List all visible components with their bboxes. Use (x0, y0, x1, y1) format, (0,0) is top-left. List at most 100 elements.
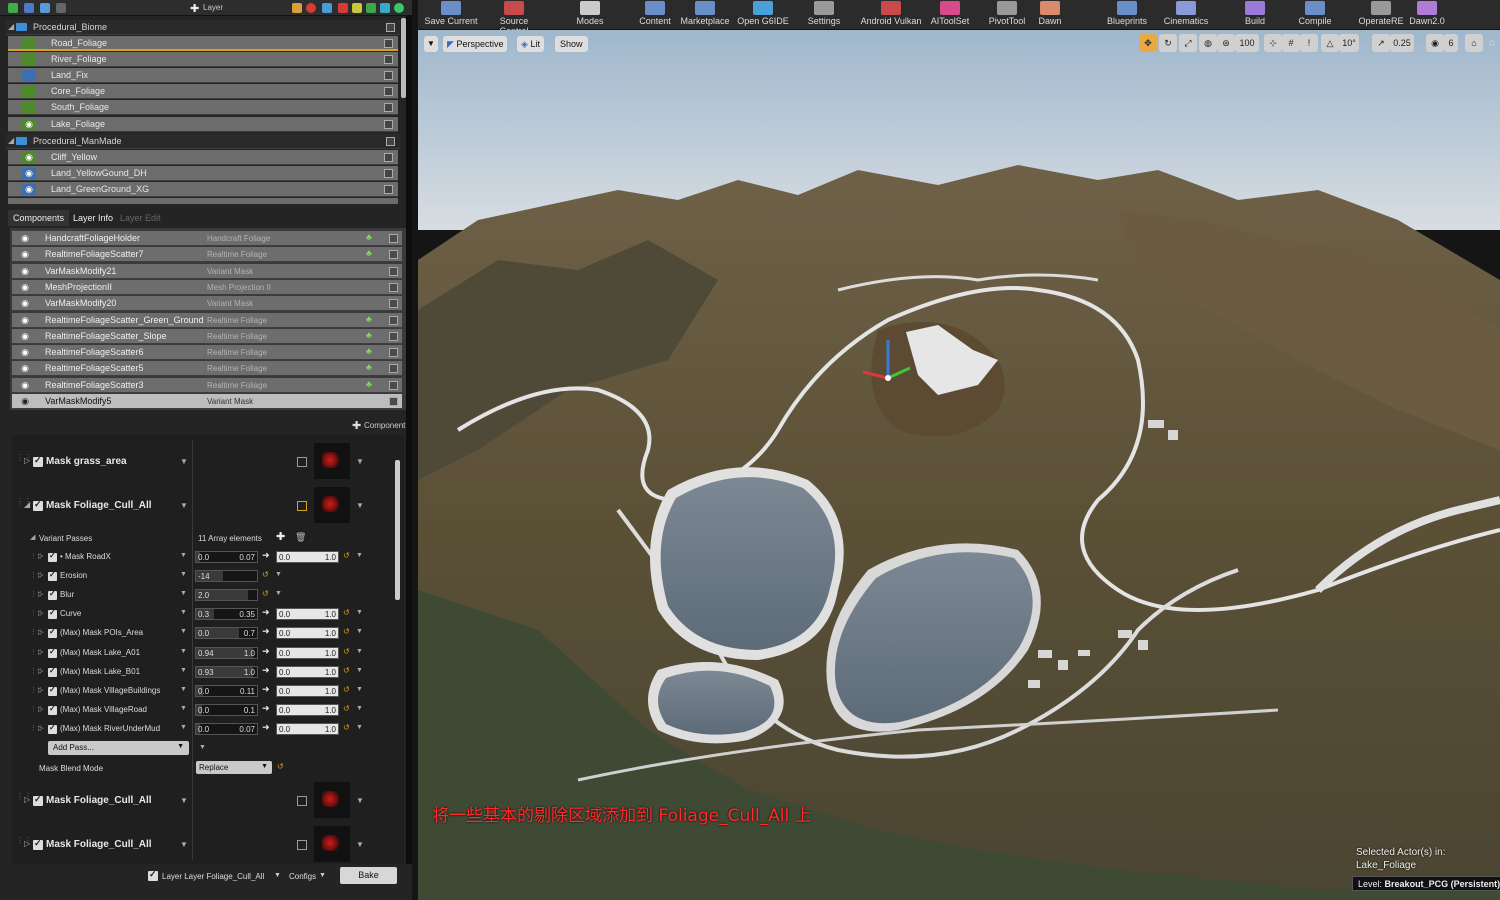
layer-scrollbar[interactable] (401, 18, 406, 98)
eye-icon[interactable]: ◉ (18, 315, 32, 326)
component-row[interactable]: ◉ RealtimeFoliageScatter6 Realtime Folia… (12, 345, 402, 361)
mask-foliage-cull-all-3[interactable]: ⋮⋮ ▷ Mask Foliage_Cull_All ▼ ▼ (14, 826, 398, 866)
variant-pass-row[interactable]: ⋮⋮ ▷ (Max) Mask Lake_A01 ▼ 0.94 1.0 ➜ 0.… (30, 645, 370, 662)
variant-pass-row[interactable]: ⋮⋮ ▷ • Mask RoadX ▼ 0.0 0.07 ➜ 0.0 1.0 ↺… (30, 549, 370, 566)
chevron-down-icon[interactable]: ▼ (180, 796, 188, 805)
chevron-down-icon[interactable]: ▼ (180, 840, 188, 849)
mask-checkbox[interactable] (33, 455, 43, 467)
range-min-slider[interactable]: 0.93 1.0 (195, 665, 258, 678)
add-component-button[interactable]: Component (364, 421, 405, 430)
pass-checkbox[interactable] (48, 551, 57, 562)
toolbar-button[interactable]: OperateRE (1358, 1, 1404, 26)
pass-checkbox[interactable] (48, 608, 57, 620)
level-viewport[interactable]: ▼ ◤ Perspective ◈ Lit Show ✥ ↻ ⤢ ◍ ⊛ 100… (418, 30, 1500, 900)
layer-row[interactable]: ◉ Lake_Foliage (8, 117, 398, 132)
layer-checkbox[interactable] (384, 39, 393, 48)
eye-icon[interactable]: ◉ (22, 168, 36, 179)
expand-arrow-icon[interactable]: ◢ (8, 22, 14, 31)
perspective-button[interactable]: ◤ Perspective (443, 36, 508, 52)
toggle-box[interactable] (297, 457, 307, 467)
variant-pass-row[interactable]: ⋮⋮ ▷ (Max) Mask VillageBuildings ▼ 0.0 0… (30, 683, 370, 700)
rotate-icon[interactable]: ↻ (1159, 34, 1177, 52)
eye-icon[interactable]: ◉ (18, 266, 32, 277)
expand-arrow-icon[interactable]: ▷ (38, 552, 43, 560)
reset-icon[interactable]: ↺ (343, 647, 350, 656)
layer-checkbox[interactable] (386, 137, 395, 146)
lit-button[interactable]: ◈ Lit (517, 36, 544, 52)
visibility-icon[interactable] (22, 70, 36, 81)
layer-row[interactable]: South_Foliage (8, 100, 398, 115)
view-options-icon[interactable]: ⧉ (1486, 34, 1498, 52)
reset-icon[interactable]: ↺ (343, 627, 350, 636)
chevron-down-icon[interactable]: ▼ (356, 609, 363, 616)
toggle-box[interactable] (297, 840, 307, 850)
range-min-slider[interactable]: 0.0 0.07 (195, 722, 258, 735)
expand-arrow-icon[interactable]: ▷ (38, 571, 43, 579)
eye-icon[interactable]: ◉ (22, 184, 36, 195)
component-checkbox[interactable] (389, 315, 398, 325)
tab-layer-edit[interactable]: Layer Edit (115, 210, 166, 226)
chevron-down-icon[interactable]: ▼ (275, 571, 282, 578)
eye-icon[interactable]: ◉ (18, 282, 32, 293)
expand-arrow-icon[interactable]: ▷ (24, 456, 30, 465)
range-min-slider[interactable]: 0.0 0.07 (195, 551, 258, 563)
visibility-icon[interactable] (22, 86, 36, 97)
variant-pass-row[interactable]: ⋮⋮ ▷ Blur ▼ 2.0 ↺ ▼ (30, 587, 370, 604)
eye-icon[interactable]: ◉ (18, 331, 32, 342)
component-checkbox[interactable] (389, 250, 398, 260)
pass-checkbox[interactable] (48, 627, 57, 639)
layer-row[interactable]: Land_Fix (8, 68, 398, 83)
component-checkbox[interactable] (389, 380, 398, 390)
camera-speed-value[interactable]: 6 (1444, 34, 1458, 52)
variant-pass-row[interactable]: ⋮⋮ ▷ Curve ▼ 0.3 0.35 ➜ 0.0 1.0 ↺ ▼ (30, 606, 370, 623)
chevron-down-icon[interactable]: ▼ (356, 686, 363, 693)
toolbar-button[interactable]: Dawn2.0 (1408, 1, 1446, 26)
brush-icon[interactable] (352, 3, 362, 13)
layer-checkbox[interactable] (384, 103, 393, 112)
range-max-slider[interactable]: 0.0 1.0 (276, 551, 339, 563)
arrow-icon[interactable] (56, 3, 66, 13)
chevron-down-icon[interactable]: ▼ (180, 648, 187, 655)
range-max-slider[interactable]: 0.0 1.0 (276, 684, 339, 697)
expand-arrow-icon[interactable]: ▷ (38, 628, 43, 636)
pass-checkbox[interactable] (48, 647, 57, 658)
red-dot-icon[interactable] (306, 3, 316, 13)
component-row[interactable]: ◉ RealtimeFoliageScatter_Slope Realtime … (12, 328, 402, 344)
component-row[interactable]: ◉ VarMaskModify5 Variant Mask (12, 394, 402, 409)
add-element-icon[interactable]: ✚ (276, 530, 285, 543)
chevron-down-icon[interactable]: ▼ (180, 667, 187, 674)
range-min-slider[interactable]: 0.3 0.35 (195, 608, 258, 621)
reset-icon[interactable]: ↺ (262, 570, 269, 579)
component-checkbox[interactable] (389, 331, 398, 341)
add-layer-icon[interactable]: ✚ (190, 2, 199, 15)
range-max-slider[interactable]: 0.0 1.0 (276, 665, 339, 678)
configs-menu[interactable]: Configs (289, 872, 316, 881)
maximize-icon[interactable]: ⌂ (1465, 34, 1483, 52)
expand-arrow-icon[interactable]: ▷ (38, 686, 43, 694)
toolbar-button[interactable]: Marketplace (678, 1, 732, 26)
chevron-down-icon[interactable]: ▼ (180, 552, 187, 559)
blend-mode-select[interactable]: Replace ▼ (196, 761, 272, 774)
tab-layer-info[interactable]: Layer Info (68, 210, 118, 226)
toggle-box[interactable] (297, 796, 307, 806)
layer-folder-biome[interactable]: ◢ Procedural_Biome (6, 20, 400, 35)
rotation-snap-value[interactable]: 10° (1339, 34, 1359, 52)
eye-icon[interactable]: ◉ (18, 249, 32, 260)
range-max-slider[interactable]: 0.0 1.0 (276, 722, 339, 735)
gizmo-pivot[interactable] (885, 375, 891, 381)
chevron-down-icon[interactable]: ▼ (180, 724, 187, 731)
range-min-slider[interactable]: 2.0 (195, 589, 258, 602)
layer-row[interactable]: ◉ Land_GreenGround_XG (8, 182, 398, 197)
scale-snap-icon[interactable]: ↗ (1372, 34, 1390, 52)
range-min-slider[interactable]: 0.0 0.1 (195, 703, 258, 716)
eye-icon[interactable]: ◉ (18, 396, 32, 407)
expand-arrow-icon[interactable]: ▷ (38, 590, 43, 598)
variant-pass-row[interactable]: ⋮⋮ ▷ (Max) Mask Lake_B01 ▼ 0.93 1.0 ➜ 0.… (30, 664, 370, 681)
chevron-down-icon[interactable]: ▼ (356, 501, 364, 510)
range-min-slider[interactable]: -14 (195, 570, 258, 583)
mask-checkbox[interactable] (33, 838, 43, 850)
reset-icon[interactable]: ↺ (343, 685, 350, 694)
mask-foliage-cull-all[interactable]: ⋮⋮ ◢ Mask Foliage_Cull_All ▼ ▼ (14, 487, 398, 527)
component-row[interactable]: ◉ RealtimeFoliageScatter7 Realtime Folia… (12, 247, 402, 263)
trash-icon[interactable]: 🗑 (295, 532, 306, 543)
